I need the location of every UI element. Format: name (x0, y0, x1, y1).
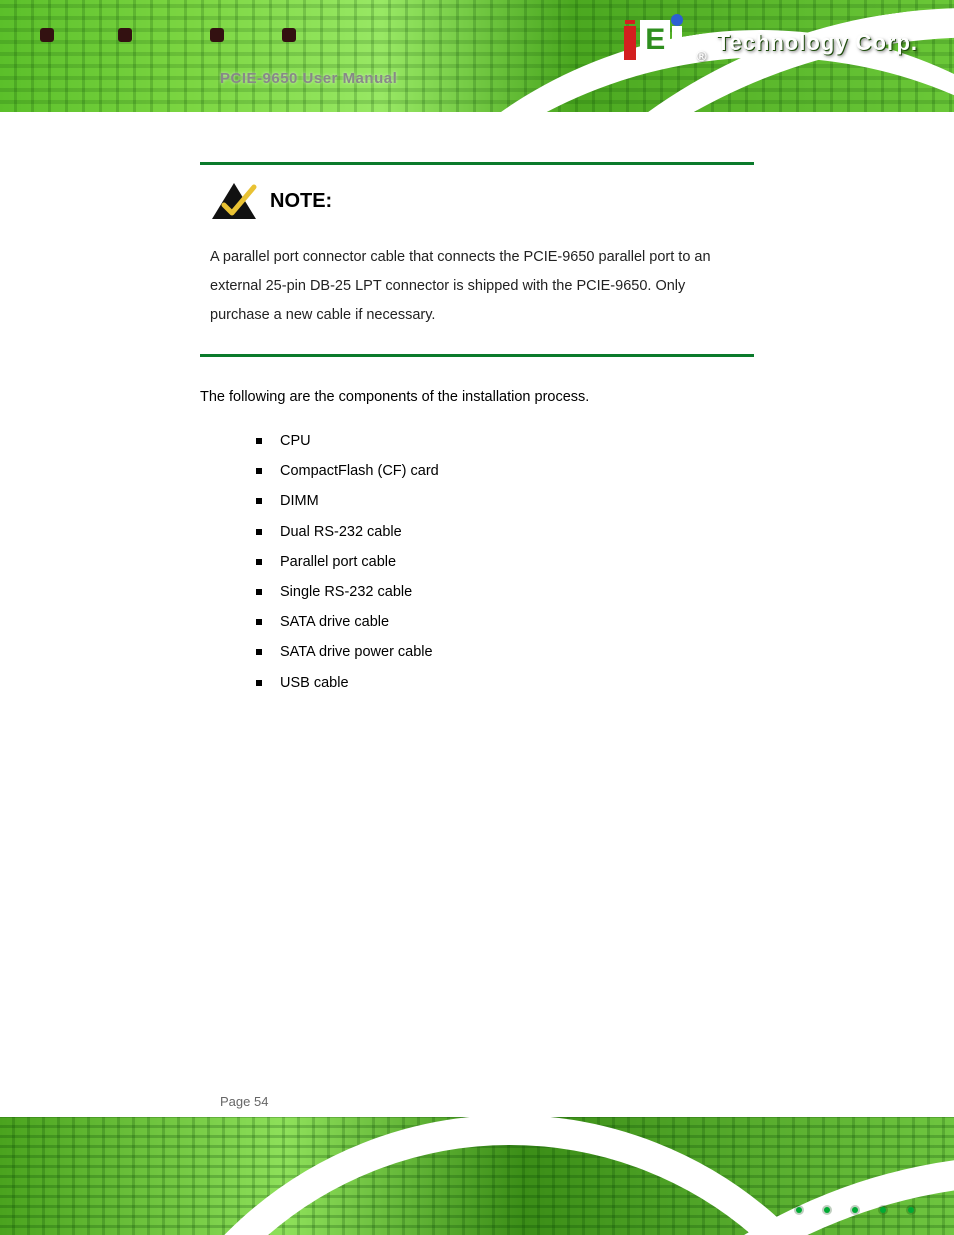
brand-text: Technology Corp. (717, 30, 918, 56)
list-item: Dual RS-232 cable (256, 521, 754, 544)
lead-paragraph: The following are the components of the … (200, 383, 754, 412)
document-title: PCIE-9650 User Manual (220, 70, 397, 87)
page-label: Page 54 (220, 1094, 268, 1109)
decorative-dot (210, 28, 224, 42)
list-item: SATA drive cable (256, 611, 754, 634)
list-item: CPU (256, 430, 754, 453)
brand-logo-block: ® Technology Corp. (624, 20, 918, 66)
list-item: CompactFlash (CF) card (256, 460, 754, 483)
list-item: DIMM (256, 490, 754, 513)
checkmark-triangle-icon (210, 181, 258, 221)
note-body: A parallel port connector cable that con… (210, 243, 744, 330)
list-item: Parallel port cable (256, 551, 754, 574)
list-item: SATA drive power cable (256, 641, 754, 664)
header-banner: ® Technology Corp. PCIE-9650 User Manual (0, 0, 954, 112)
iei-logo-icon (624, 20, 686, 66)
note-title: NOTE: (270, 190, 332, 213)
page-content: NOTE: A parallel port connector cable th… (0, 112, 954, 722)
decorative-dot (118, 28, 132, 42)
decorative-dot (40, 28, 54, 42)
note-header: NOTE: (210, 181, 744, 221)
footer-banner (0, 1117, 954, 1235)
note-box: NOTE: A parallel port connector cable th… (200, 162, 754, 357)
registered-mark: ® (696, 48, 706, 64)
decorative-dots-row (796, 1207, 914, 1213)
component-list: CPU CompactFlash (CF) card DIMM Dual RS-… (256, 430, 754, 695)
list-item: USB cable (256, 672, 754, 695)
decorative-dot (282, 28, 296, 42)
list-item: Single RS-232 cable (256, 581, 754, 604)
